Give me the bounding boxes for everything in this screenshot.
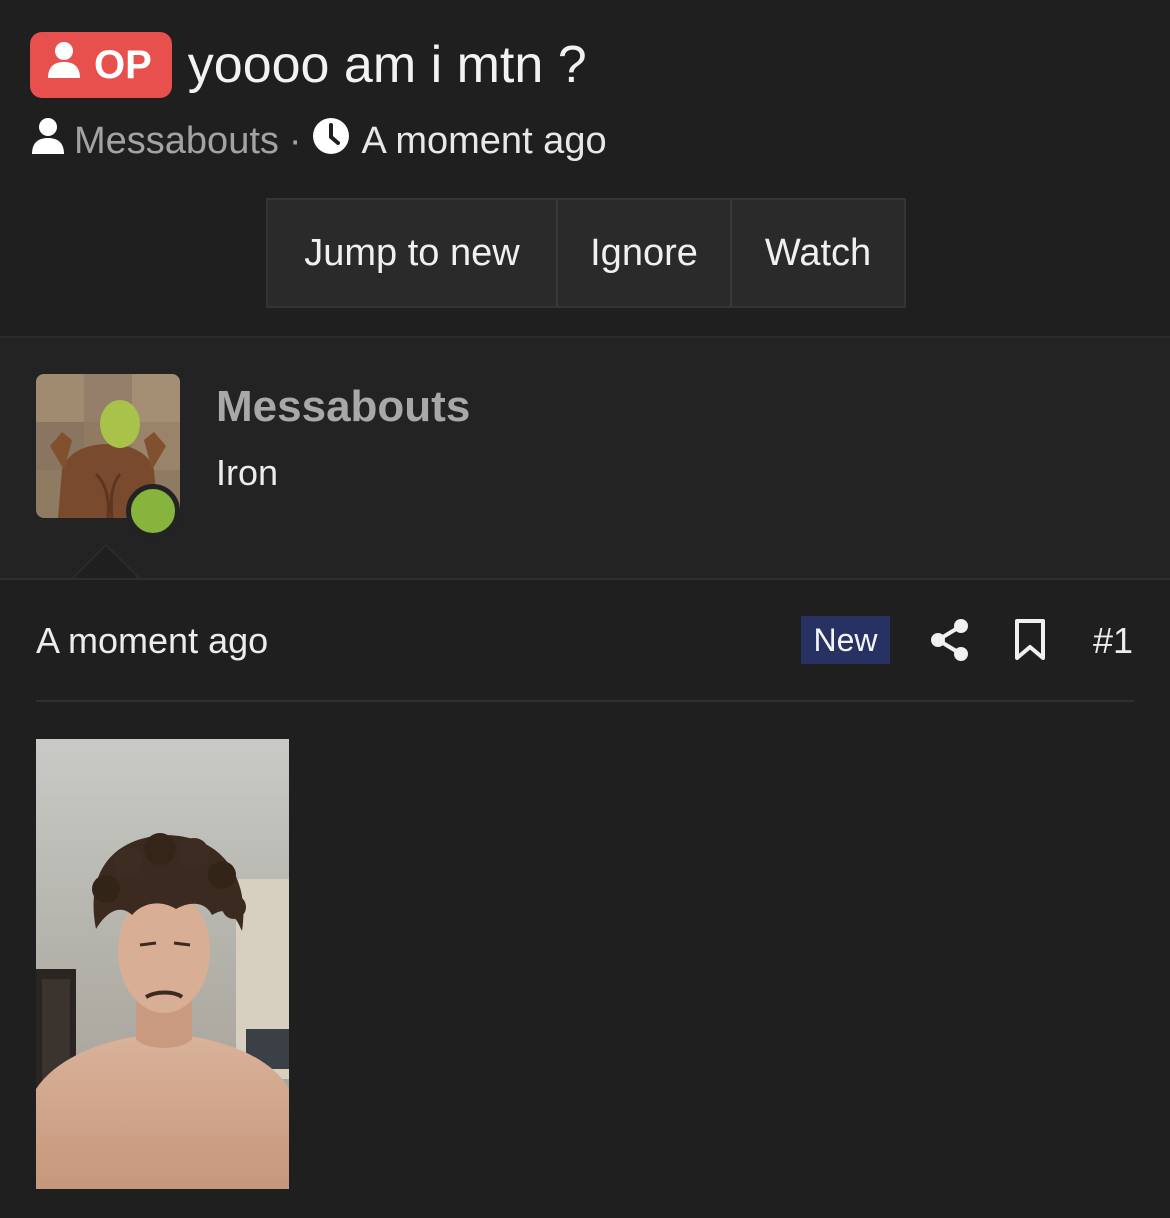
bookmark-icon[interactable] (1014, 618, 1046, 667)
op-badge-label: OP (94, 42, 152, 87)
post-attachment-image[interactable] (36, 739, 289, 1189)
post-divider (36, 700, 1134, 702)
thread-time[interactable]: A moment ago (362, 120, 607, 163)
new-badge: New (801, 616, 890, 664)
op-badge: OP (30, 32, 172, 98)
ignore-button[interactable]: Ignore (556, 200, 730, 306)
post-user-block: Messabouts Iron (0, 338, 1170, 580)
post-username[interactable]: Messabouts (216, 382, 470, 432)
watch-button[interactable]: Watch (730, 200, 904, 306)
title-row: OP yoooo am i mtn ? (30, 32, 587, 98)
user-icon (46, 40, 82, 90)
post-number[interactable]: #1 (1093, 620, 1133, 662)
thread-author-link[interactable]: Messabouts (74, 120, 279, 163)
author-icon (30, 116, 66, 166)
online-status-indicator (126, 484, 180, 538)
meta-separator: · (288, 119, 302, 162)
thread-title: yoooo am i mtn ? (187, 36, 587, 94)
thread-header: OP yoooo am i mtn ? Messabouts · A momen… (0, 0, 1170, 338)
post-time[interactable]: A moment ago (36, 620, 268, 662)
thread-actions: Jump to new Ignore Watch (266, 198, 906, 308)
message-arrow (74, 546, 138, 578)
post-meta: A moment ago New #1 (36, 612, 1134, 670)
user-rank: Iron (216, 452, 279, 493)
jump-to-new-button[interactable]: Jump to new (268, 200, 556, 306)
share-icon[interactable] (930, 618, 970, 667)
clock-icon (312, 117, 350, 165)
thread-meta: Messabouts · A moment ago (30, 118, 607, 164)
